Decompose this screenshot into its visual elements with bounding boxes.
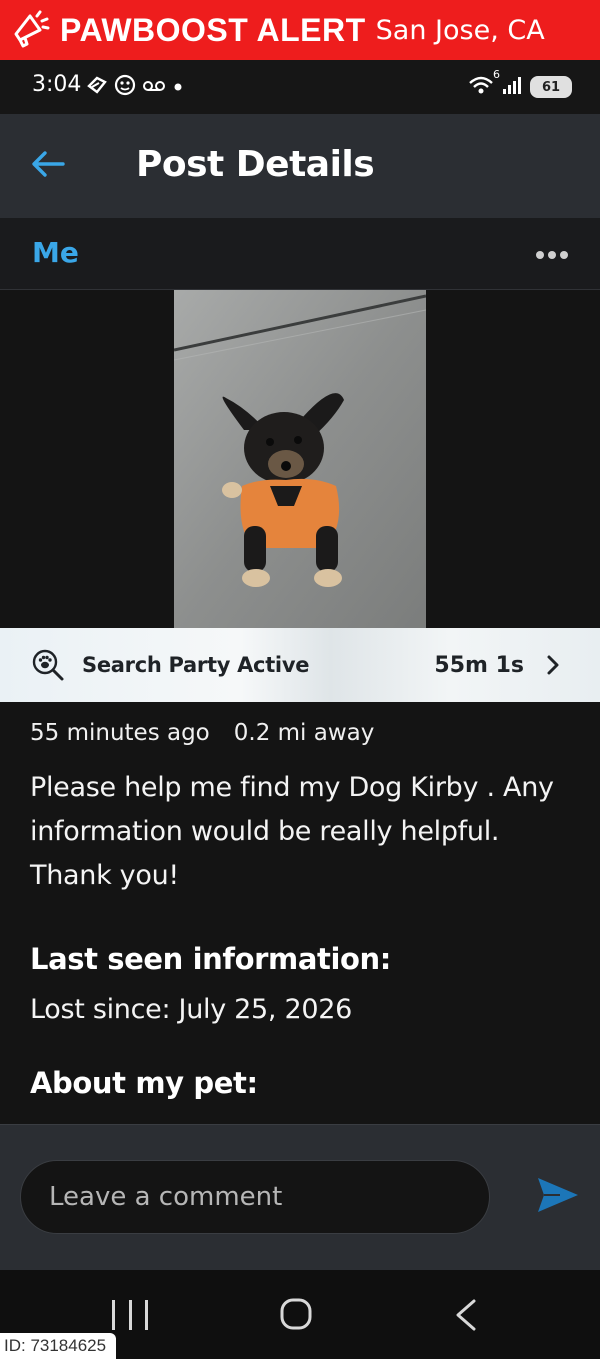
post-body: Please help me find my Dog Kirby . Any i… <box>30 772 554 891</box>
alert-title: PAWBOOST ALERT <box>60 11 366 48</box>
battery-icon: 61 <box>530 76 572 98</box>
recents-icon[interactable] <box>112 1300 148 1330</box>
dot-icon <box>172 78 184 97</box>
post-distance: 0.2 mi away <box>233 720 375 746</box>
app-icon <box>114 74 136 100</box>
post-time: 55 minutes ago <box>30 720 210 746</box>
alert-location: San Jose, CA <box>375 14 545 46</box>
send-icon <box>536 1176 580 1218</box>
more-dot-icon <box>560 251 568 259</box>
paw-search-icon <box>30 647 66 683</box>
last-seen-heading: Last seen information: <box>30 942 391 976</box>
alert-banner: PAWBOOST ALERT San Jose, CA <box>0 0 600 60</box>
wifi-icon: 6 <box>468 68 500 100</box>
search-party-label: Search Party Active <box>82 653 310 677</box>
signal-icon <box>502 75 522 99</box>
battery-label: 61 <box>541 79 561 95</box>
status-icons-left <box>86 74 184 100</box>
search-party-timer: 55m 1s <box>434 652 524 678</box>
back-button[interactable] <box>24 142 72 190</box>
more-dot-icon <box>548 251 556 259</box>
notification-icon <box>86 74 108 100</box>
wifi-label: 6 <box>493 68 500 81</box>
send-button[interactable] <box>532 1172 584 1222</box>
back-arrow-icon <box>31 150 65 182</box>
megaphone-icon <box>8 8 52 52</box>
about-pet-heading: About my pet: <box>30 1066 258 1100</box>
post-meta: 55 minutes ago 0.2 mi away <box>30 720 374 746</box>
home-icon[interactable] <box>280 1298 312 1330</box>
more-dot-icon <box>536 251 544 259</box>
lost-since: Lost since: July 25, 2026 <box>30 994 353 1025</box>
comment-input[interactable] <box>20 1160 490 1234</box>
back-icon[interactable] <box>452 1298 480 1332</box>
author-name[interactable]: Me <box>32 236 79 269</box>
page-title: Post Details <box>136 144 375 185</box>
status-time: 3:04 <box>32 72 82 97</box>
author-row <box>0 218 600 290</box>
id-tag: ID: 73184625 <box>0 1333 117 1359</box>
voicemail-icon <box>142 78 166 97</box>
chevron-right-icon <box>546 654 562 676</box>
search-party-banner[interactable]: Search Party Active 55m 1s <box>0 628 600 702</box>
pet-photo[interactable] <box>174 290 426 628</box>
status-icons-right: 6 61 <box>468 68 572 100</box>
more-options-button[interactable] <box>532 240 572 270</box>
